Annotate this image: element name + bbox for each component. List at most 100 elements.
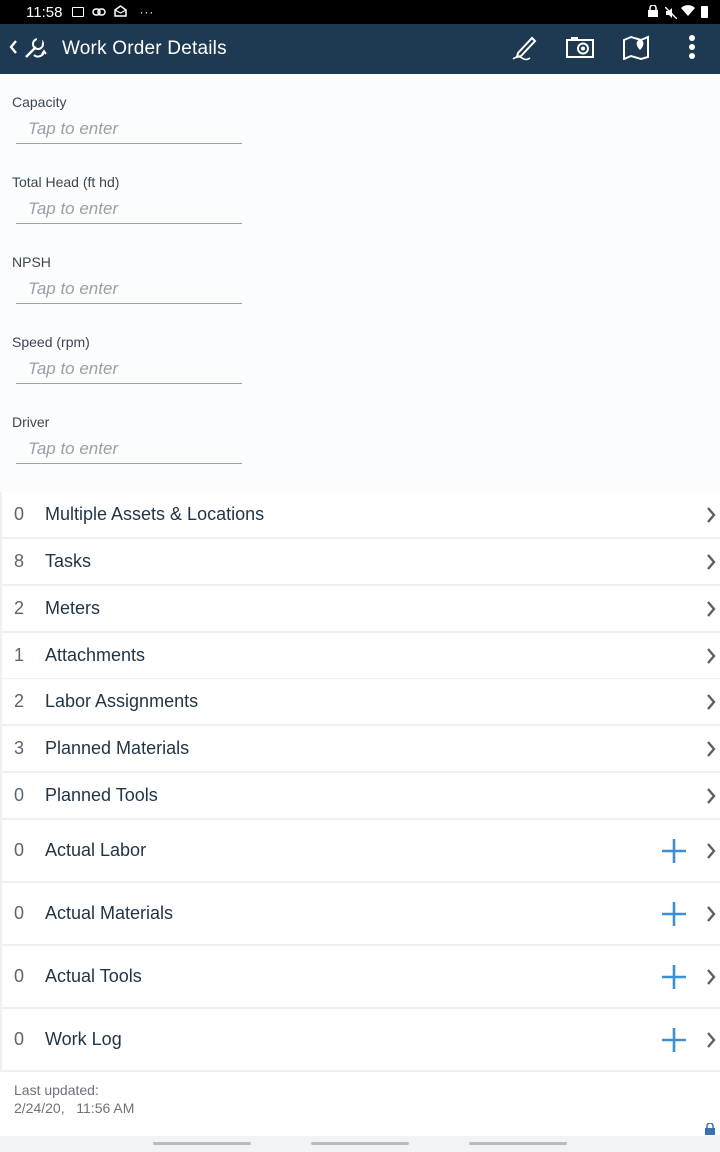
item-count: 1 [14, 645, 25, 665]
image-icon [72, 7, 85, 17]
more-options-button[interactable] [664, 24, 720, 74]
camera-icon [565, 35, 595, 64]
item-label: Multiple Assets & Locations [45, 504, 265, 524]
item-count: 2 [14, 598, 25, 618]
battery-icon [701, 6, 708, 18]
plus-icon [662, 838, 686, 863]
chevron-right-icon [704, 1031, 718, 1049]
map-icon [622, 34, 650, 65]
add-work-log-button[interactable] [660, 1026, 688, 1054]
item-count: 0 [14, 840, 25, 860]
driver-field: Driver [12, 414, 252, 464]
item-label: Meters [45, 598, 101, 618]
npsh-input[interactable] [16, 274, 242, 304]
item-count: 0 [14, 966, 25, 986]
last-updated-timestamp: 2/24/20, 11:56 AM [14, 1100, 135, 1116]
add-actual-tools-button[interactable] [660, 963, 688, 991]
chevron-right-icon [704, 968, 718, 986]
item-count: 0 [14, 785, 25, 805]
item-label: Attachments [45, 645, 146, 665]
pen-icon [510, 33, 538, 66]
field-label: NPSH [12, 254, 51, 270]
field-label: Driver [12, 414, 50, 430]
specifications-form: Capacity Total Head (ft hd) NPSH Speed (… [0, 74, 720, 492]
npsh-field: NPSH [12, 254, 252, 304]
item-count: 0 [14, 504, 25, 524]
item-label: Work Log [45, 1029, 122, 1049]
speed-field: Speed (rpm) [12, 334, 252, 384]
app-bar: Work Order Details [0, 24, 720, 74]
last-updated-footer: Last updated: 2/24/20, 11:56 AM [0, 1072, 720, 1136]
plus-icon [662, 1027, 686, 1052]
list-item-actual-materials[interactable]: 0 Actual Materials [2, 883, 720, 944]
item-count: 0 [14, 1029, 25, 1049]
chevron-right-icon [704, 787, 718, 805]
lock-icon [704, 1122, 716, 1135]
field-label: Capacity [12, 94, 67, 110]
camera-button[interactable] [552, 24, 608, 74]
nav-home-handle[interactable] [311, 1142, 409, 1145]
link-icon [92, 4, 107, 20]
wifi-icon [681, 4, 695, 20]
chevron-right-icon [704, 506, 718, 524]
total-head-input[interactable] [16, 194, 242, 224]
chevron-right-icon [704, 740, 718, 758]
status-bar: 11:58 ··· [0, 0, 720, 24]
nav-back-handle[interactable] [469, 1142, 567, 1145]
item-label: Labor Assignments [45, 691, 199, 711]
list-item-attachments[interactable]: 1 Attachments [2, 633, 720, 678]
plus-icon [662, 901, 686, 926]
item-label: Tasks [45, 551, 92, 571]
list-item-labor-assignments[interactable]: 2 Labor Assignments [2, 679, 720, 724]
list-item-planned-materials[interactable]: 3 Planned Materials [2, 726, 720, 771]
last-updated-label: Last updated: [14, 1082, 99, 1098]
item-label: Planned Tools [45, 785, 158, 805]
item-label: Planned Materials [45, 738, 190, 758]
chevron-right-icon [704, 905, 718, 923]
list-item-actual-tools[interactable]: 0 Actual Tools [2, 946, 720, 1007]
item-count: 8 [14, 551, 25, 571]
chevron-left-icon [8, 39, 18, 60]
list-item-work-log[interactable]: 0 Work Log [2, 1009, 720, 1070]
more-vert-icon [688, 34, 696, 65]
chevron-right-icon [704, 842, 718, 860]
speed-input[interactable] [16, 354, 242, 384]
plus-icon [662, 964, 686, 989]
item-label: Actual Tools [45, 966, 142, 986]
chevron-right-icon [704, 693, 718, 711]
item-count: 3 [14, 738, 25, 758]
lock-icon [647, 4, 659, 20]
list-item-tasks[interactable]: 8 Tasks [2, 539, 720, 584]
page-title: Work Order Details [62, 38, 227, 59]
item-label: Actual Materials [45, 903, 174, 923]
mail-icon [114, 4, 128, 20]
total-head-field: Total Head (ft hd) [12, 174, 252, 224]
field-label: Total Head (ft hd) [12, 174, 120, 190]
list-item-multiple-assets[interactable]: 0 Multiple Assets & Locations [2, 492, 720, 537]
status-time: 11:58 [26, 3, 63, 21]
driver-input[interactable] [16, 434, 242, 464]
list-item-actual-labor[interactable]: 0 Actual Labor [2, 820, 720, 881]
item-label: Actual Labor [45, 840, 147, 860]
item-count: 2 [14, 691, 25, 711]
capacity-field: Capacity [12, 94, 252, 144]
chevron-right-icon [704, 600, 718, 618]
nav-recents-handle[interactable] [153, 1142, 251, 1145]
more-notifications: ··· [139, 5, 155, 19]
chevron-right-icon [704, 647, 718, 665]
system-navigation-bar [0, 1136, 720, 1152]
add-actual-materials-button[interactable] [660, 900, 688, 928]
map-button[interactable] [608, 24, 664, 74]
list-item-meters[interactable]: 2 Meters [2, 586, 720, 631]
add-actual-labor-button[interactable] [660, 837, 688, 865]
work-order-app-icon [20, 35, 48, 63]
mute-icon [665, 7, 677, 19]
related-records-list: 0 Multiple Assets & Locations 8 Tasks 2 … [0, 492, 720, 1072]
list-item-planned-tools[interactable]: 0 Planned Tools [2, 773, 720, 818]
chevron-right-icon [704, 553, 718, 571]
field-label: Speed (rpm) [12, 334, 90, 350]
back-button[interactable] [0, 24, 48, 74]
item-count: 0 [14, 903, 25, 923]
capacity-input[interactable] [16, 114, 242, 144]
signature-button[interactable] [496, 24, 552, 74]
